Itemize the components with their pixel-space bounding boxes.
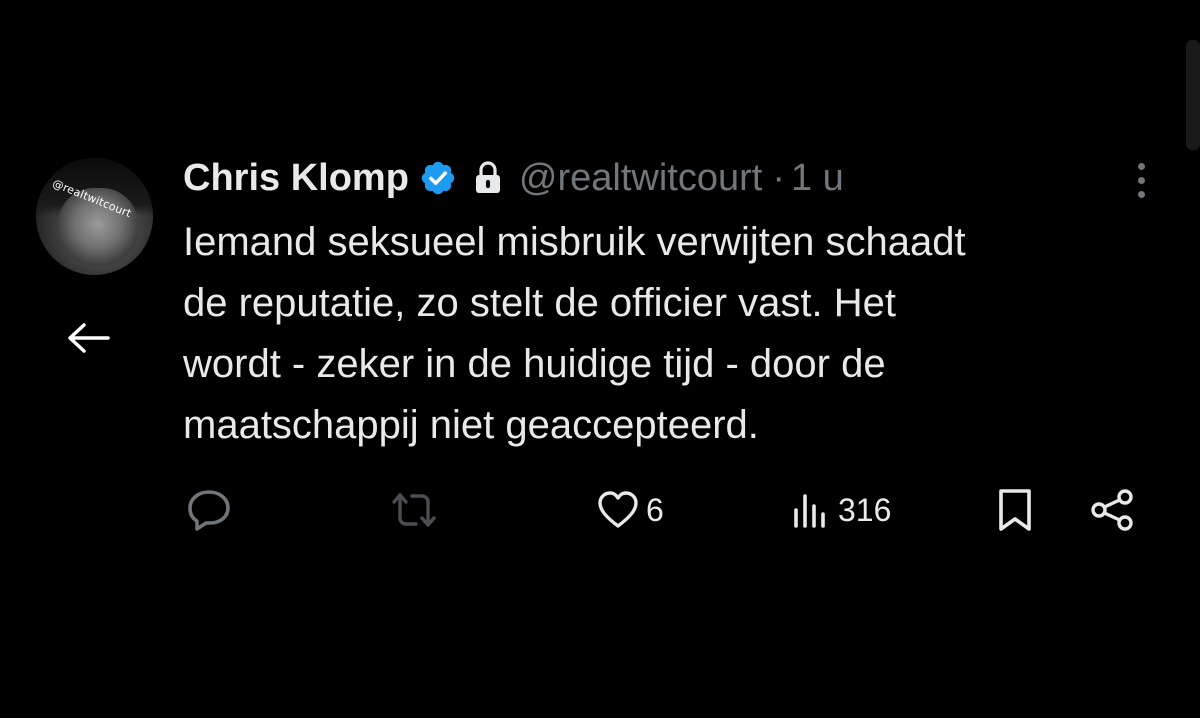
action-bar: 6 316: [0, 480, 1200, 540]
reply-icon: [186, 488, 232, 532]
share-icon: [1090, 487, 1136, 533]
author-name[interactable]: Chris Klomp: [183, 157, 409, 200]
header-separator: ·: [772, 156, 785, 199]
avatar[interactable]: @realtwitcourt: [36, 158, 153, 275]
views-count: 316: [838, 491, 892, 528]
verified-badge-icon[interactable]: [419, 159, 457, 197]
more-vertical-icon-dot: [1137, 190, 1145, 198]
tweet-header: Chris Klomp @realtwitcourt · 1 u: [183, 150, 844, 206]
tweet-time[interactable]: 1 u: [791, 157, 844, 200]
like-count: 6: [646, 491, 664, 528]
scrollbar[interactable]: [1186, 40, 1200, 150]
repost-button[interactable]: [388, 480, 446, 540]
bookmark-button[interactable]: [996, 480, 1034, 540]
arrow-left-icon: [66, 323, 110, 353]
more-button[interactable]: [1126, 158, 1156, 202]
share-button[interactable]: [1090, 480, 1136, 540]
lock-icon: [473, 161, 503, 195]
reply-button[interactable]: [186, 480, 238, 540]
tweet-text: Iemand seksueel misbruik verwijten schaa…: [183, 220, 966, 447]
tweet-page: @realtwitcourt Chris Klomp @realtwitcour…: [0, 0, 1200, 718]
back-button[interactable]: [62, 316, 114, 360]
repost-icon: [388, 490, 440, 530]
more-vertical-icon-dot: [1137, 176, 1145, 184]
author-handle[interactable]: @realtwitcourt: [519, 157, 762, 200]
bookmark-icon: [996, 487, 1034, 533]
like-button[interactable]: 6: [596, 480, 664, 540]
views-icon: [792, 490, 832, 530]
views-button[interactable]: 316: [792, 480, 891, 540]
heart-icon: [596, 490, 640, 530]
more-vertical-icon-dot: [1137, 162, 1145, 170]
